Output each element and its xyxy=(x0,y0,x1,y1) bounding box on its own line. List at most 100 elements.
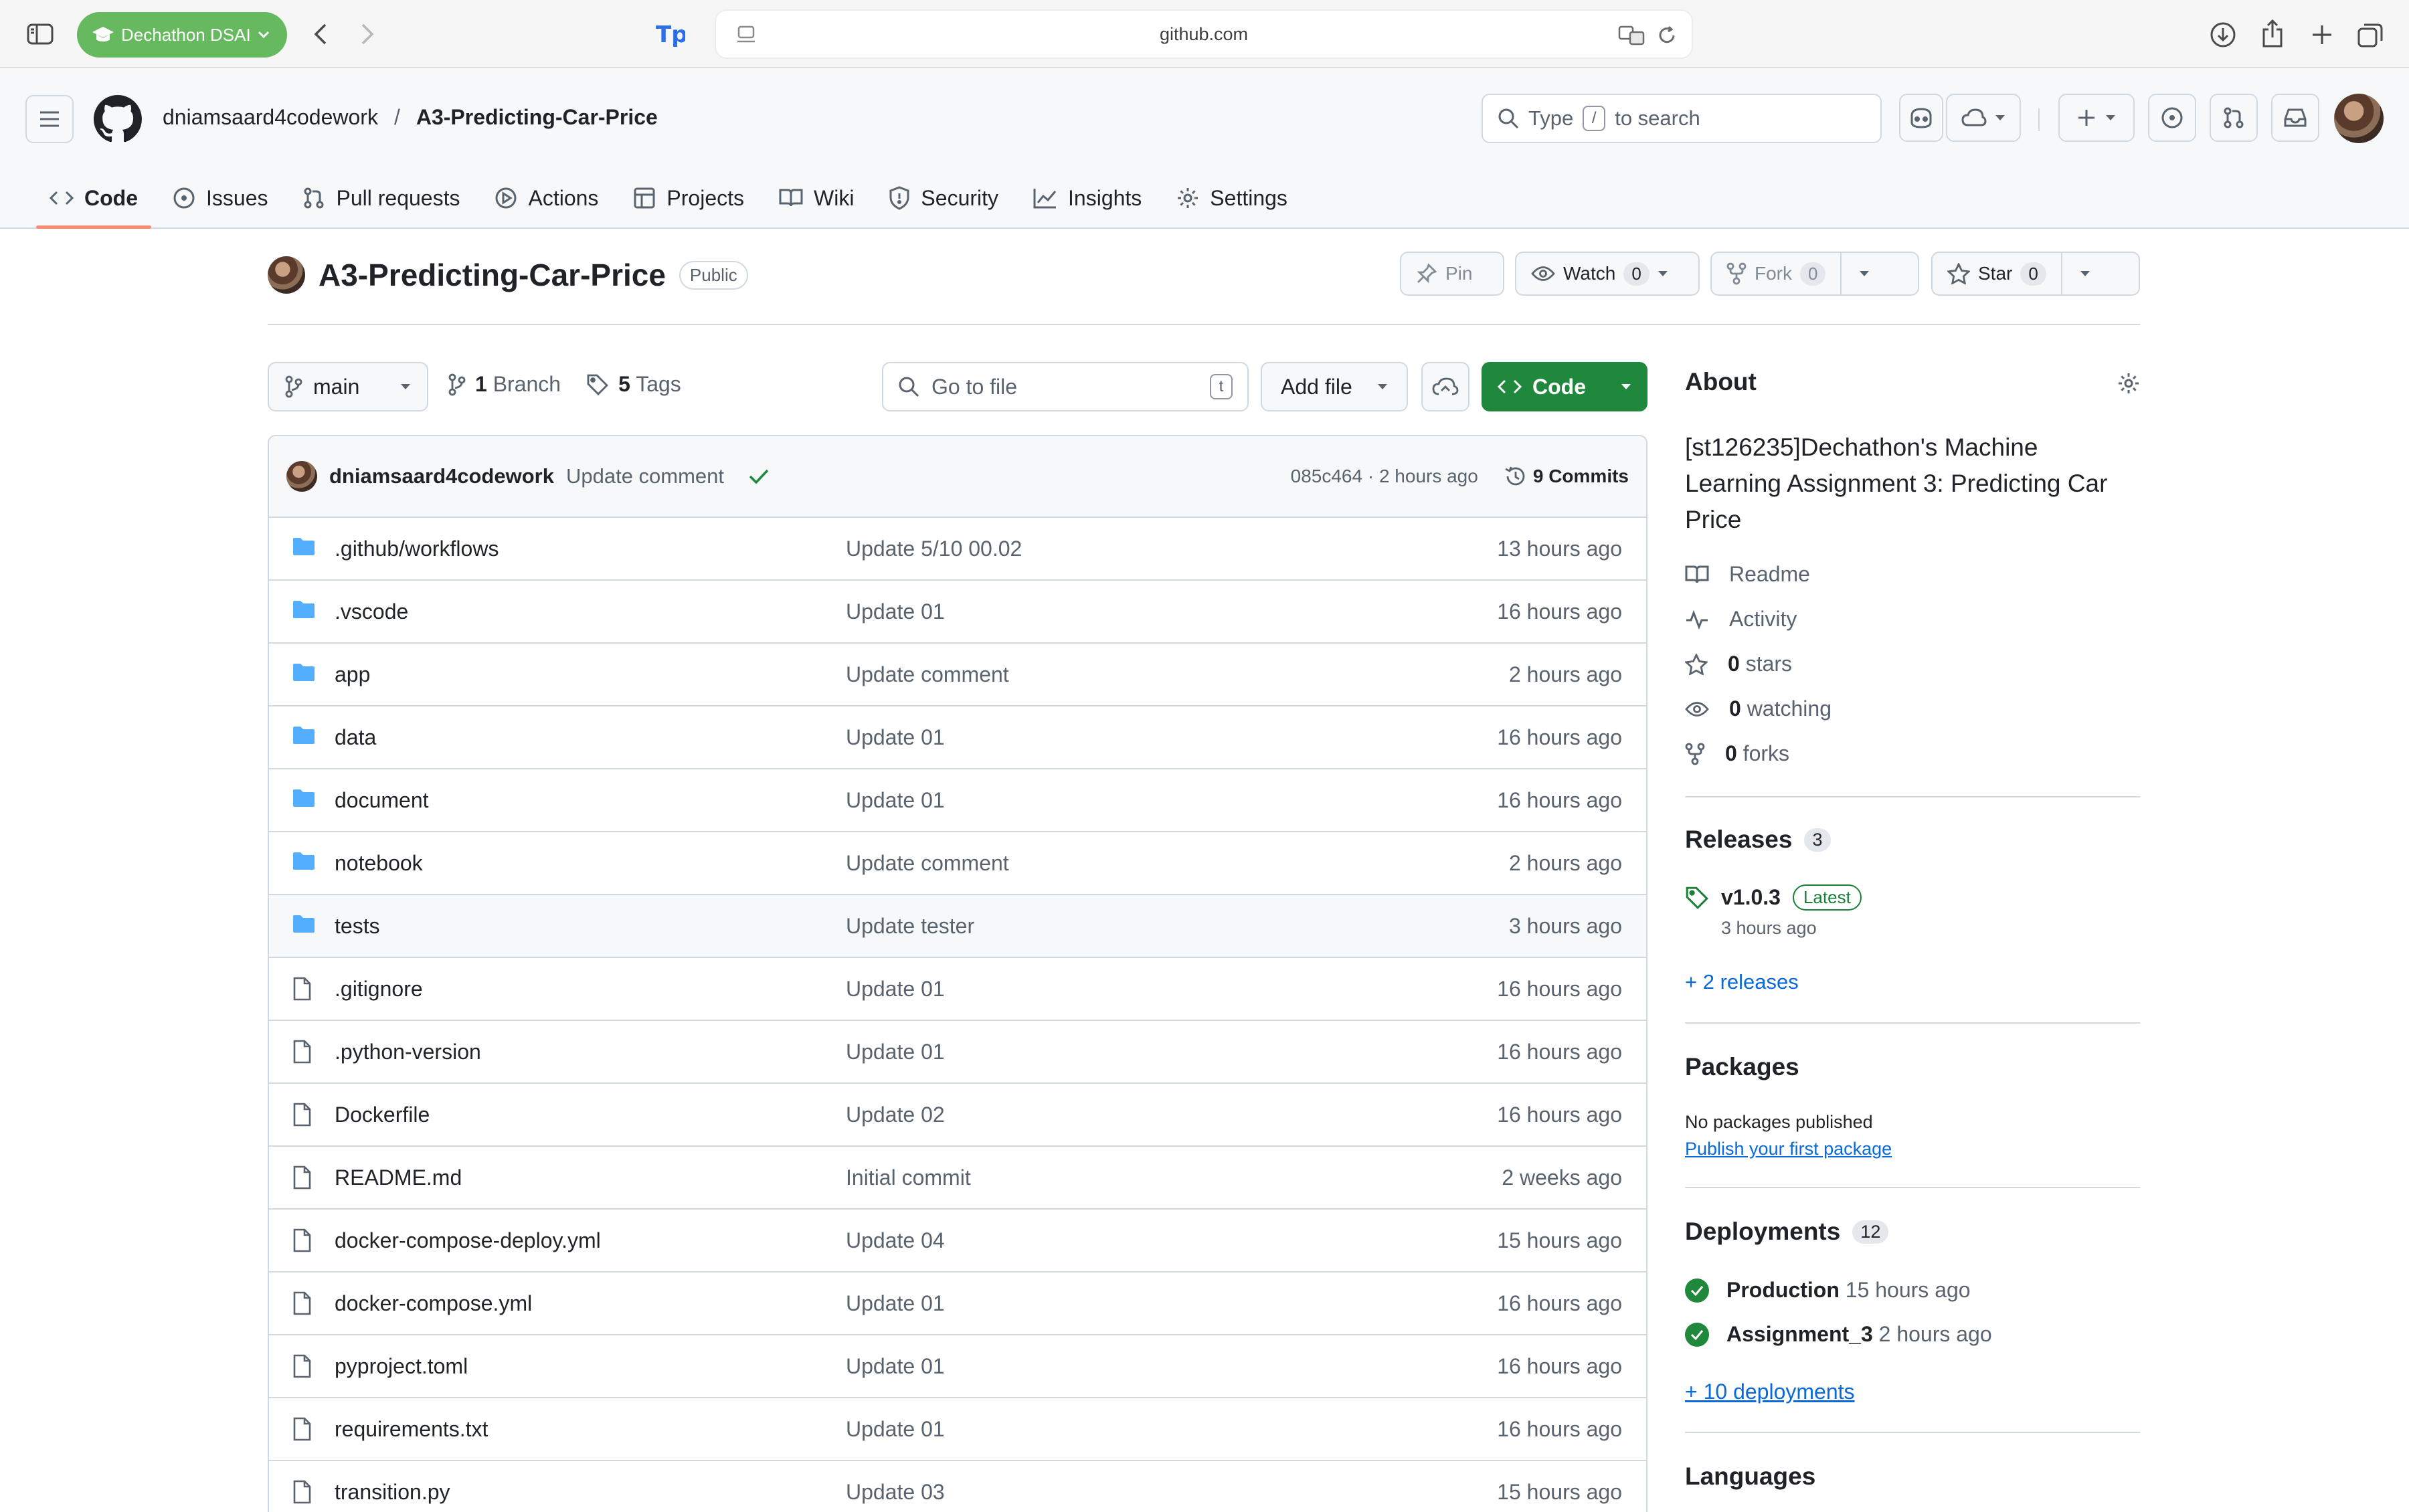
file-name-link[interactable]: README.md xyxy=(335,1165,462,1190)
codespaces-button[interactable] xyxy=(1421,362,1469,411)
deployments-heading[interactable]: Deployments 12 xyxy=(1685,1218,1889,1246)
table-row[interactable]: app Update comment 2 hours ago xyxy=(269,644,1646,706)
star-button[interactable]: Star 0 xyxy=(1931,252,2140,296)
file-name-link[interactable]: app xyxy=(335,662,370,687)
tab-pull-requests[interactable]: Pull requests xyxy=(289,167,473,229)
table-row[interactable]: .vscode Update 01 16 hours ago xyxy=(269,581,1646,644)
commit-author[interactable]: dniamsaard4codework xyxy=(329,464,554,488)
commit-message-link[interactable]: Update 01 xyxy=(846,1354,945,1379)
issues-icon[interactable] xyxy=(2148,94,2196,142)
user-avatar[interactable] xyxy=(2334,94,2384,143)
more-deployments-link[interactable]: + 10 deployments xyxy=(1685,1380,1855,1404)
table-row[interactable]: document Update 01 16 hours ago xyxy=(269,769,1646,832)
tags-link[interactable]: 5 Tags xyxy=(586,372,681,397)
fork-button[interactable]: Fork 0 xyxy=(1710,252,1919,296)
pull-requests-icon[interactable] xyxy=(2210,94,2258,142)
releases-heading[interactable]: Releases 3 xyxy=(1685,826,1831,854)
table-row[interactable]: .python-version Update 01 16 hours ago xyxy=(269,1021,1646,1084)
table-row[interactable]: notebook Update comment 2 hours ago xyxy=(269,832,1646,895)
table-row[interactable]: pyproject.toml Update 01 16 hours ago xyxy=(269,1335,1646,1398)
commit-author-avatar[interactable] xyxy=(286,461,317,492)
file-name-link[interactable]: .vscode xyxy=(335,599,408,624)
new-tab-icon[interactable] xyxy=(2306,19,2338,51)
address-bar[interactable]: github.com xyxy=(715,9,1693,59)
more-releases-link[interactable]: + 2 releases xyxy=(1685,970,1799,994)
table-row[interactable]: data Update 01 16 hours ago xyxy=(269,706,1646,769)
profile-switcher[interactable]: Dechathon DSAI xyxy=(77,12,287,58)
tab-actions[interactable]: Actions xyxy=(481,167,612,229)
table-row[interactable]: Dockerfile Update 02 16 hours ago xyxy=(269,1084,1646,1147)
commit-message-link[interactable]: Update 01 xyxy=(846,977,945,1002)
latest-release[interactable]: v1.0.3 Latest xyxy=(1685,884,1862,911)
commit-message-link[interactable]: Update 01 xyxy=(846,1417,945,1442)
translate-icon[interactable] xyxy=(1618,25,1645,45)
code-button[interactable]: Code xyxy=(1482,362,1647,411)
stars-link[interactable]: 0 stars xyxy=(1685,652,1792,676)
sidebar-toggle-icon[interactable] xyxy=(24,20,56,48)
reload-icon[interactable] xyxy=(1657,25,1677,45)
commit-message-link[interactable]: Update 04 xyxy=(846,1228,945,1253)
add-file-button[interactable]: Add file xyxy=(1261,362,1408,411)
file-name-link[interactable]: Dockerfile xyxy=(335,1103,430,1127)
menu-icon[interactable] xyxy=(25,95,74,143)
breadcrumb-repo-link[interactable]: A3-Predicting-Car-Price xyxy=(416,105,658,130)
watchers-link[interactable]: 0 watching xyxy=(1685,696,1832,721)
file-name-link[interactable]: transition.py xyxy=(335,1480,450,1505)
activity-link[interactable]: Activity xyxy=(1685,607,1797,632)
watch-button[interactable]: Watch 0 xyxy=(1515,252,1700,296)
tab-issues[interactable]: Issues xyxy=(159,167,281,229)
tab-insights[interactable]: Insights xyxy=(1020,167,1155,229)
table-row[interactable]: transition.py Update 03 15 hours ago xyxy=(269,1461,1646,1512)
commits-history-link[interactable]: 9 Commits xyxy=(1504,466,1629,487)
breadcrumb-owner-link[interactable]: dniamsaard4codework xyxy=(163,105,378,130)
file-name-link[interactable]: document xyxy=(335,788,429,813)
copilot-menu-button[interactable] xyxy=(1946,94,2021,142)
create-new-button[interactable] xyxy=(2058,94,2135,142)
file-name-link[interactable]: requirements.txt xyxy=(335,1417,488,1442)
commit-message-link[interactable]: Update 02 xyxy=(846,1103,945,1127)
forks-link[interactable]: 0 forks xyxy=(1685,741,1789,766)
repo-name[interactable]: A3-Predicting-Car-Price xyxy=(319,257,666,293)
table-row[interactable]: .gitignore Update 01 16 hours ago xyxy=(269,958,1646,1021)
packages-heading[interactable]: Packages xyxy=(1685,1053,1799,1081)
file-name-link[interactable]: .github/workflows xyxy=(335,537,499,561)
extension-tp-icon[interactable]: Tp xyxy=(652,16,688,52)
file-name-link[interactable]: notebook xyxy=(335,851,423,876)
owner-avatar[interactable] xyxy=(268,256,305,294)
commit-message-link[interactable]: Initial commit xyxy=(846,1165,971,1190)
table-row[interactable]: docker-compose.yml Update 01 16 hours ago xyxy=(269,1272,1646,1335)
commit-message-link[interactable]: Update tester xyxy=(846,914,974,939)
pin-button[interactable]: Pin xyxy=(1400,252,1504,296)
commit-message-link[interactable]: Update 01 xyxy=(846,725,945,750)
tab-security[interactable]: Security xyxy=(875,167,1012,229)
file-name-link[interactable]: .gitignore xyxy=(335,977,423,1002)
gear-icon[interactable] xyxy=(2117,372,2140,395)
commit-meta[interactable]: 085c464 · 2 hours ago xyxy=(1291,466,1478,487)
file-name-link[interactable]: data xyxy=(335,725,376,750)
fork-dropdown[interactable] xyxy=(1840,253,1887,294)
commit-message-link[interactable]: Update 01 xyxy=(846,599,945,624)
check-icon[interactable] xyxy=(748,468,770,485)
file-name-link[interactable]: .python-version xyxy=(335,1040,481,1064)
tab-wiki[interactable]: Wiki xyxy=(766,167,867,229)
commit-message-link[interactable]: Update 01 xyxy=(846,1291,945,1316)
file-name-link[interactable]: docker-compose-deploy.yml xyxy=(335,1228,601,1253)
file-name-link[interactable]: pyproject.toml xyxy=(335,1354,468,1379)
commit-message-link[interactable]: Update comment xyxy=(846,662,1009,687)
commit-message-link[interactable]: Update 03 xyxy=(846,1480,945,1505)
tab-code[interactable]: Code xyxy=(36,167,151,229)
publish-package-link[interactable]: Publish your first package xyxy=(1685,1139,1892,1159)
commit-message-link[interactable]: Update 01 xyxy=(846,1040,945,1064)
file-name-link[interactable]: docker-compose.yml xyxy=(335,1291,532,1316)
inbox-icon[interactable] xyxy=(2271,94,2319,142)
branch-selector[interactable]: main xyxy=(268,362,428,411)
commit-message-link[interactable]: Update comment xyxy=(846,851,1009,876)
star-list-dropdown[interactable] xyxy=(2060,253,2108,294)
branches-link[interactable]: 1 Branch xyxy=(448,372,561,397)
copilot-icon[interactable] xyxy=(1899,94,1943,142)
commit-message[interactable]: Update comment xyxy=(566,464,724,488)
commit-message-link[interactable]: Update 01 xyxy=(846,788,945,813)
share-icon[interactable] xyxy=(2256,16,2289,51)
tab-overview-icon[interactable] xyxy=(2354,19,2386,51)
tab-settings[interactable]: Settings xyxy=(1163,167,1301,229)
